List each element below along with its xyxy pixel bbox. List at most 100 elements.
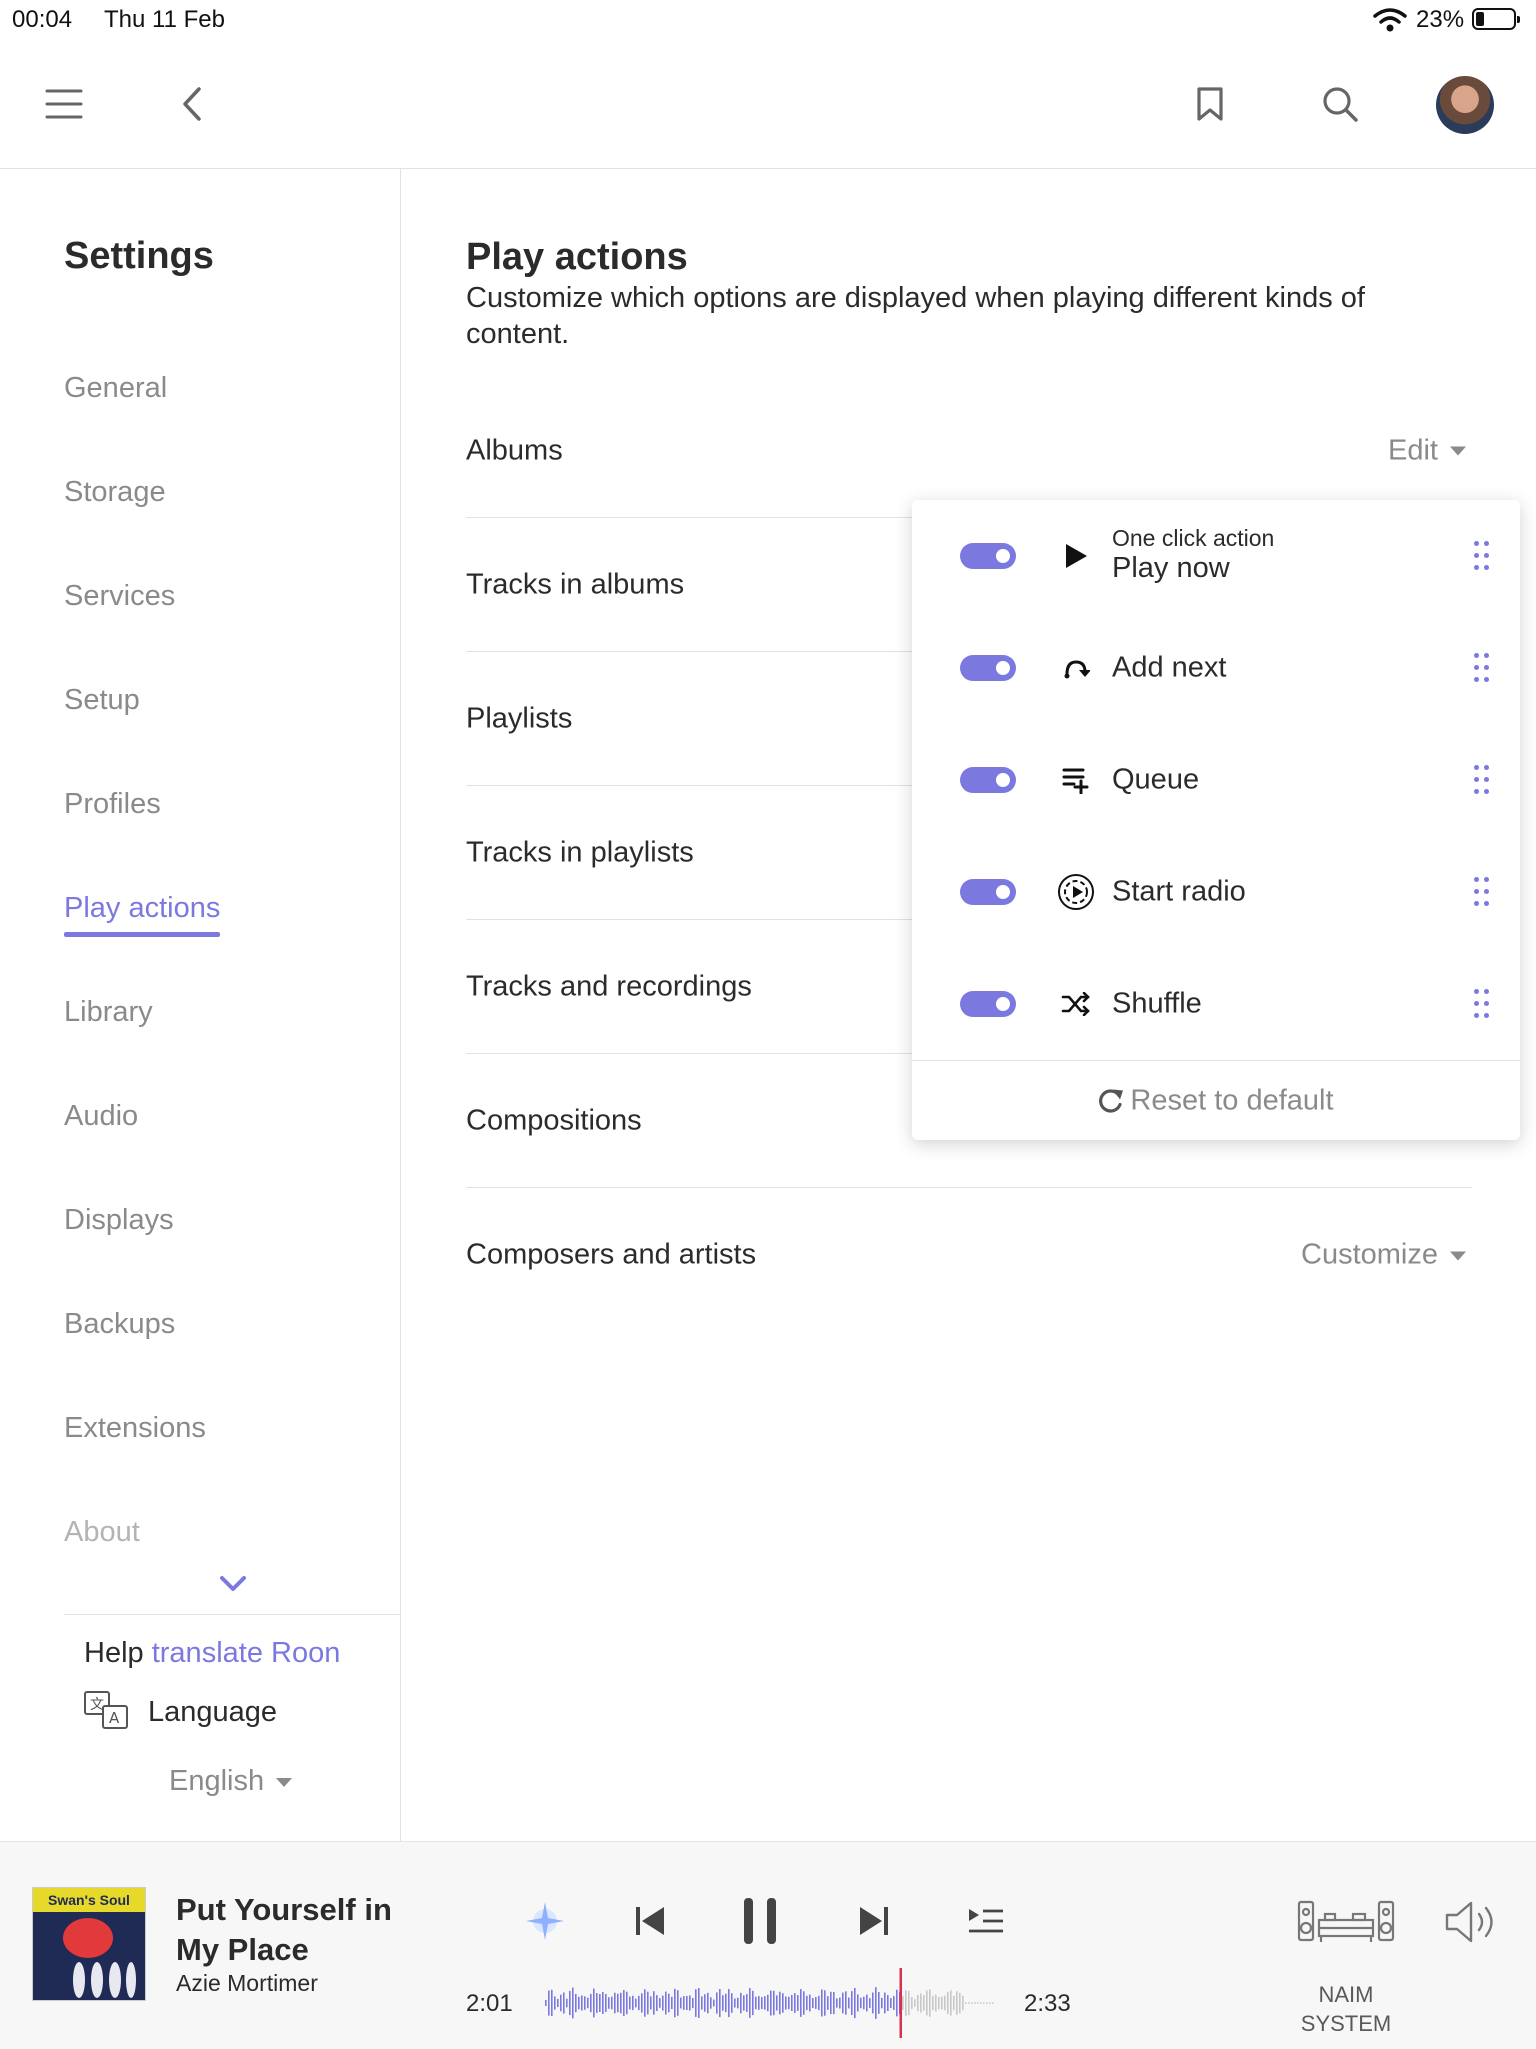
wifi-icon	[1373, 8, 1407, 32]
drag-handle-icon[interactable]	[1472, 653, 1492, 683]
next-track-icon[interactable]	[852, 1898, 896, 1944]
refresh-icon	[1099, 1089, 1124, 1113]
language-label: Language	[148, 1696, 278, 1728]
track-title[interactable]: Put Yourself in My Place	[176, 1890, 416, 1970]
one-click-label: One click action	[1112, 525, 1275, 551]
customize-label: Customize	[1301, 1238, 1438, 1271]
customize-dropdown-button[interactable]: Customize	[1301, 1239, 1466, 1272]
row-label: Tracks in playlists	[466, 836, 694, 868]
help-prefix: Help	[84, 1637, 144, 1669]
add-next-icon	[1056, 648, 1096, 688]
item-label: Add next	[1112, 651, 1227, 684]
top-bar	[0, 44, 1536, 169]
page-subtitle: Customize which options are displayed wh…	[466, 282, 1365, 350]
play-actions-dropdown: One click action Play now Add next Queue…	[912, 500, 1520, 1140]
dropdown-item-shuffle[interactable]: Shuffle	[912, 948, 1520, 1060]
sidebar-item-play-actions[interactable]: Play actions	[64, 892, 221, 937]
album-art-figures	[73, 1962, 136, 1998]
elapsed-time: 2:01	[466, 1990, 513, 2017]
add-next-toggle[interactable]	[960, 655, 1016, 681]
back-icon[interactable]	[172, 82, 212, 126]
status-bar: 00:04 Thu 11 Feb 23%	[0, 0, 1536, 44]
edit-dropdown-button[interactable]: Edit	[1388, 434, 1466, 467]
language-value: English	[169, 1765, 265, 1797]
waveform-seekbar[interactable]	[544, 1968, 994, 2038]
drag-handle-icon[interactable]	[1472, 877, 1492, 907]
sidebar-item-services[interactable]: Services	[64, 580, 175, 613]
zone-speakers-icon[interactable]	[1296, 1896, 1396, 1946]
bookmark-icon[interactable]	[1190, 82, 1230, 126]
item-label: Shuffle	[1112, 987, 1202, 1020]
row-label: Compositions	[466, 1104, 642, 1136]
dropdown-item-add-next[interactable]: Add next	[912, 612, 1520, 724]
caret-down-icon	[1450, 446, 1466, 456]
item-label: Play now	[1112, 552, 1230, 584]
reset-to-default-button[interactable]: Reset to default	[912, 1085, 1520, 1118]
edit-label: Edit	[1388, 434, 1438, 466]
row-label: Albums	[466, 434, 563, 466]
album-art-text: Swan's Soul Sides	[33, 1888, 145, 1932]
radio-icon	[1056, 872, 1096, 912]
row-label: Composers and artists	[466, 1238, 757, 1271]
pause-icon[interactable]	[738, 1892, 782, 1950]
battery-percent: 23%	[1416, 6, 1465, 33]
track-artist[interactable]: Azie Mortimer	[176, 1970, 318, 1997]
track-duration: 2:33	[1024, 1990, 1071, 2017]
row-label: Playlists	[466, 702, 573, 734]
drag-handle-icon[interactable]	[1472, 541, 1492, 571]
dropdown-item-play-now[interactable]: One click action Play now	[912, 500, 1520, 612]
sidebar-item-about[interactable]: About	[64, 1516, 140, 1549]
playhead[interactable]	[899, 1968, 903, 2038]
sidebar: Settings General Storage Services Setup …	[0, 169, 401, 1841]
row-albums: Albums Edit	[466, 384, 1472, 518]
translate-roon-link[interactable]: translate Roon	[152, 1637, 341, 1669]
shuffle-toggle[interactable]	[960, 991, 1016, 1017]
svg-text:A: A	[109, 1709, 120, 1727]
page-title: Play actions	[466, 236, 688, 278]
dropdown-footer: Reset to default	[912, 1060, 1520, 1141]
avatar[interactable]	[1436, 76, 1494, 134]
player-bar: Swan's Soul Sides Put Yourself in My Pla…	[0, 1841, 1536, 2049]
menu-icon[interactable]	[40, 82, 88, 126]
play-icon	[1056, 536, 1096, 576]
search-icon[interactable]	[1318, 82, 1362, 126]
sidebar-item-setup[interactable]: Setup	[64, 684, 140, 717]
sidebar-divider	[64, 1614, 400, 1615]
item-label: Start radio	[1112, 875, 1246, 908]
sidebar-item-displays[interactable]: Displays	[64, 1204, 174, 1237]
language-select[interactable]: English	[169, 1765, 293, 1798]
row-label: Tracks and recordings	[466, 970, 752, 1002]
row-label: Tracks in albums	[466, 568, 685, 600]
sidebar-item-profiles[interactable]: Profiles	[64, 788, 161, 821]
drag-handle-icon[interactable]	[1472, 765, 1492, 795]
sidebar-item-storage[interactable]: Storage	[64, 476, 166, 509]
reset-label: Reset to default	[1130, 1084, 1334, 1117]
sparkle-icon[interactable]	[520, 1896, 570, 1946]
sidebar-item-backups[interactable]: Backups	[64, 1308, 175, 1341]
sidebar-item-library[interactable]: Library	[64, 996, 153, 1029]
dropdown-item-start-radio[interactable]: Start radio	[912, 836, 1520, 948]
album-art-logo	[63, 1918, 113, 1958]
sidebar-title: Settings	[64, 235, 214, 277]
sidebar-item-audio[interactable]: Audio	[64, 1100, 138, 1133]
drag-handle-icon[interactable]	[1472, 989, 1492, 1019]
previous-track-icon[interactable]	[628, 1898, 672, 1944]
caret-down-icon	[1450, 1251, 1466, 1261]
sidebar-item-general[interactable]: General	[64, 372, 167, 405]
status-date: Thu 11 Feb	[104, 6, 225, 33]
play-now-toggle[interactable]	[960, 543, 1016, 569]
scroll-down-chevron-icon[interactable]	[216, 1569, 250, 1599]
caret-down-icon	[276, 1777, 293, 1787]
queue-list-icon[interactable]	[964, 1902, 1008, 1940]
shuffle-icon	[1056, 984, 1096, 1024]
album-art[interactable]: Swan's Soul Sides	[32, 1887, 146, 2001]
queue-toggle[interactable]	[960, 767, 1016, 793]
zone-name[interactable]: NAIM SYSTEM	[1296, 1980, 1396, 2038]
battery-icon	[1472, 8, 1520, 30]
dropdown-item-queue[interactable]: Queue	[912, 724, 1520, 836]
status-time: 00:04	[12, 6, 73, 33]
start-radio-toggle[interactable]	[960, 879, 1016, 905]
svg-text:文: 文	[90, 1697, 104, 1713]
sidebar-item-extensions[interactable]: Extensions	[64, 1412, 206, 1445]
volume-icon[interactable]	[1442, 1898, 1506, 1946]
